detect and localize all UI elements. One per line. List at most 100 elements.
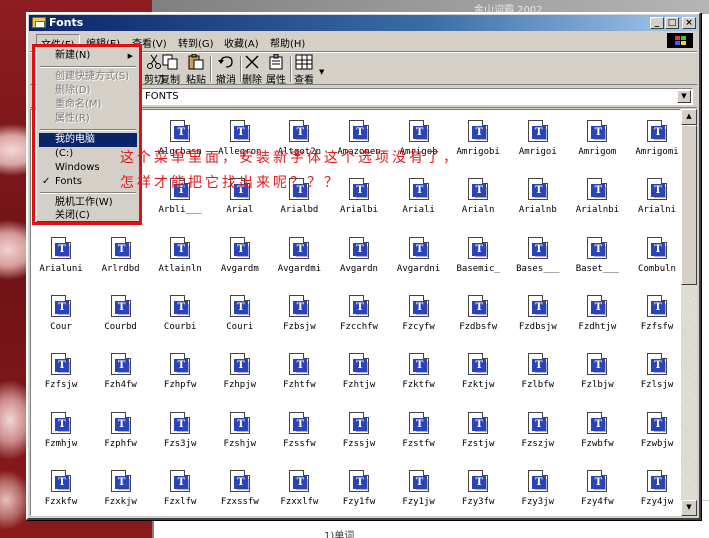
close-button[interactable]: × [682,17,696,29]
font-file-item[interactable]: T Amrigom [567,114,627,172]
font-file-item[interactable]: T Fzcchfw [329,289,389,347]
font-file-item[interactable]: T Fzy1fw [329,464,389,515]
paste-button[interactable]: 粘贴 [182,53,210,86]
menu-item-new[interactable]: 新建(N) ▶ [39,49,137,63]
scroll-up-button[interactable]: ▲ [681,109,697,125]
font-file-item[interactable]: T Basemic_ [448,231,508,289]
font-file-item[interactable]: T Combuln [627,231,680,289]
font-file-item[interactable]: T Fzphfw [91,406,151,464]
font-file-item[interactable]: T Fzxssfw [210,464,270,515]
menu-help[interactable]: 帮助(H) [266,34,309,51]
menu-go[interactable]: 转到(G) [174,34,218,51]
font-file-item[interactable]: T Fzxkfw [31,464,91,515]
font-file-item[interactable]: T Fzszjw [508,406,568,464]
minimize-button[interactable]: _ [650,17,664,29]
vertical-scrollbar[interactable]: ▲ ▼ [681,109,697,516]
font-file-item[interactable]: T Arialnbi [567,172,627,230]
font-file-item[interactable]: T Fzmhjw [31,406,91,464]
font-file-item[interactable]: T Fzktfw [389,347,449,405]
font-file-item[interactable]: T Fzy4jw [627,464,680,515]
font-file-item[interactable]: T Fzlbjw [567,347,627,405]
font-file-item[interactable]: T Fzdbsjw [508,289,568,347]
font-file-item[interactable]: T Fzh4fw [91,347,151,405]
font-file-item[interactable]: T Fzssjw [329,406,389,464]
font-file-item[interactable]: T Fzstfw [389,406,449,464]
windows-logo-icon [667,33,693,48]
address-dropdown-button[interactable]: ▼ [677,90,691,103]
font-file-item[interactable]: T Atlainln [150,231,210,289]
scroll-thumb[interactable] [681,125,697,285]
truetype-font-icon: T [51,411,71,434]
title-bar[interactable]: Fonts _ □ × [29,15,698,31]
view-dropdown-arrow-icon[interactable]: ▼ [319,68,324,76]
font-file-name: Fzlbjw [581,380,614,391]
font-file-item[interactable]: T Avgardni [389,231,449,289]
font-file-item[interactable]: T Avgardmi [269,231,329,289]
font-file-item[interactable]: T Courbd [91,289,151,347]
truetype-font-icon: T [170,294,191,317]
maximize-button[interactable]: □ [665,17,679,29]
font-file-name: Fzhpjw [223,380,257,391]
font-file-item[interactable]: T Fzlsjw [627,347,680,405]
view-button[interactable]: 查看 [290,54,318,86]
font-file-name: Fzxssfw [220,496,259,507]
font-file-item[interactable]: T Fzssfw [269,406,329,464]
font-file-item[interactable]: T Arialnb [508,172,568,230]
font-file-item[interactable]: T Arialuni [31,231,91,289]
font-file-item[interactable]: T Couri [210,289,270,347]
font-file-item[interactable]: T Fzbsjw [269,289,329,347]
font-file-item[interactable]: T Fzy3fw [448,464,508,515]
font-file-item[interactable]: T Fzhtjw [329,347,389,405]
menu-item-close[interactable]: 关闭(C) [39,209,137,223]
font-file-item[interactable]: T Fzlbfw [508,347,568,405]
font-file-name: Fzlbfw [521,380,555,391]
copy-button[interactable]: 复制 [156,54,184,86]
font-file-item[interactable]: T Avgardm [210,231,270,289]
properties-button[interactable]: 属性 [262,53,290,86]
undo-button[interactable]: 撤消 [212,54,240,86]
font-file-item[interactable]: T Fzxlfw [150,464,210,515]
menu-item-rename[interactable]: 重命名(M) [39,98,137,112]
font-file-item[interactable]: T Fzdbsfw [448,289,508,347]
font-file-item[interactable]: T Fzktjw [448,347,508,405]
font-file-item[interactable]: T Fzhpjw [210,347,270,405]
menu-item-delete[interactable]: 删除(D) [39,84,137,98]
font-file-item[interactable]: T Fzshjw [210,406,270,464]
font-file-item[interactable]: T Fzy3jw [508,464,568,515]
font-file-item[interactable]: T Fzstjw [448,406,508,464]
font-file-item[interactable]: T Fzxxlfw [269,464,329,515]
font-file-item[interactable]: T Courbi [150,289,210,347]
font-file-item[interactable]: T Bases___ [508,231,568,289]
font-file-item[interactable]: T Fzy1jw [389,464,449,515]
font-file-item[interactable]: T Amrigoi [508,114,568,172]
font-file-name: Fzxkjw [104,496,137,507]
font-file-name: Arlrdbd [101,263,140,274]
font-file-item[interactable]: T Fzs3jw [150,406,210,464]
font-file-item[interactable]: T Baset___ [567,231,627,289]
font-file-item[interactable]: T Fzhpfw [150,347,210,405]
font-file-item[interactable]: T Arlrdbd [91,231,151,289]
menu-item-create-shortcut[interactable]: 创建快捷方式(S) [39,70,137,84]
font-file-item[interactable]: T Amrigomi [627,114,680,172]
menu-item-properties[interactable]: 属性(R) [39,112,137,126]
font-file-item[interactable]: T Fzwbfw [567,406,627,464]
scroll-down-button[interactable]: ▼ [681,500,697,516]
font-file-item[interactable]: T Fzxkjw [91,464,151,515]
font-file-item[interactable]: T Fzcyfw [389,289,449,347]
font-file-item[interactable]: T Fzhtfw [269,347,329,405]
font-file-item[interactable]: T Fzy4fw [567,464,627,515]
font-file-item[interactable]: T Fzfsfw [627,289,680,347]
font-file-name: Fzdbsjw [518,321,557,332]
menu-item-my-computer[interactable]: 我的电脑 [39,133,137,147]
delete-x-icon [243,54,261,70]
font-file-item[interactable]: T Arialni [627,172,680,230]
font-file-item[interactable]: T Fzwbjw [627,406,680,464]
address-field[interactable]: FONTS ▼ [140,88,693,105]
font-file-item[interactable]: T Fzdhtjw [567,289,627,347]
font-file-item[interactable]: T Fzfsjw [31,347,91,405]
menu-favorites[interactable]: 收藏(A) [220,34,263,51]
font-file-item[interactable]: T Cour [31,289,91,347]
menu-item-work-offline[interactable]: 脱机工作(W) [39,196,137,210]
font-file-item[interactable]: T Avgardn [329,231,389,289]
font-file-name: Fzhpfw [163,380,197,391]
